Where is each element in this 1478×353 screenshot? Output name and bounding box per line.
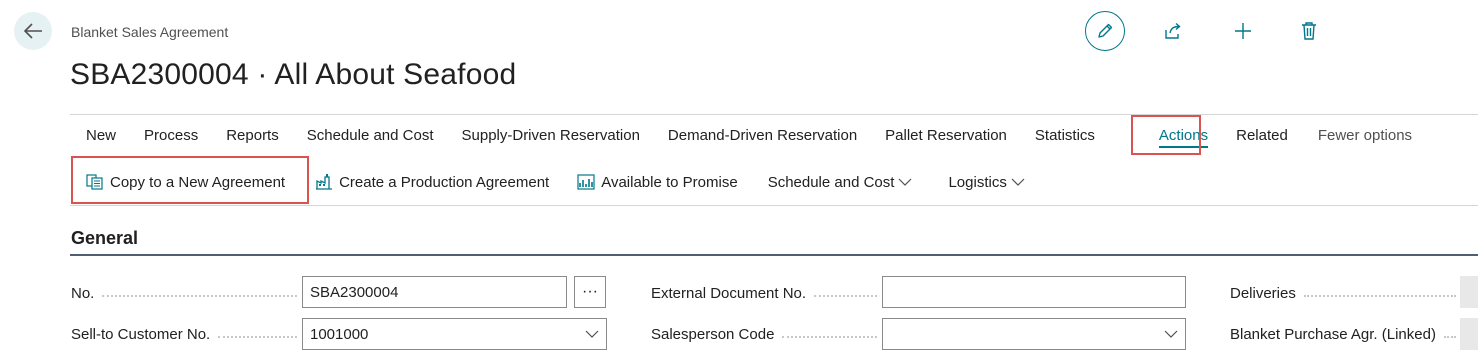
customer-no-value: 1001000 xyxy=(310,325,369,343)
breadcrumb: Blanket Sales Agreement xyxy=(71,24,229,40)
tab-reports[interactable]: Reports xyxy=(212,118,293,154)
plus-icon xyxy=(1235,23,1251,39)
salesperson-label-text: Salesperson Code xyxy=(651,326,775,343)
schedule-and-cost-menu[interactable]: Schedule and Cost xyxy=(754,174,933,191)
back-arrow-icon xyxy=(23,23,42,39)
deliveries-field[interactable] xyxy=(1460,276,1478,308)
salesperson-label: Salesperson Code xyxy=(651,326,877,343)
no-input-value: SBA2300004 xyxy=(310,283,399,301)
leader-dots xyxy=(1443,335,1456,338)
blanket-purchase-field[interactable] xyxy=(1460,318,1478,350)
no-assist-edit-button[interactable]: ··· xyxy=(574,276,606,308)
page-title: SBA2300004 · All About Seafood xyxy=(70,58,517,91)
customer-no-select[interactable]: 1001000 xyxy=(302,318,607,350)
create-production-label: Create a Production Agreement xyxy=(339,173,550,191)
chart-icon xyxy=(577,174,595,190)
new-button[interactable] xyxy=(1232,20,1254,42)
chevron-down-icon xyxy=(1164,330,1178,338)
logistics-menu[interactable]: Logistics xyxy=(934,174,1044,191)
leader-dots xyxy=(782,335,877,338)
blanket-purchase-label: Blanket Purchase Agr. (Linked) xyxy=(1230,326,1456,343)
tab-pallet-reservation[interactable]: Pallet Reservation xyxy=(871,118,1021,154)
tab-related[interactable]: Related xyxy=(1216,118,1302,154)
actions-divider xyxy=(70,205,1478,206)
salesperson-select[interactable] xyxy=(882,318,1186,350)
tab-process[interactable]: Process xyxy=(130,118,212,154)
deliveries-label: Deliveries xyxy=(1230,285,1456,302)
chevron-down-icon xyxy=(899,178,912,186)
edit-pencil-icon xyxy=(1098,23,1113,38)
leader-dots xyxy=(218,335,297,338)
share-icon xyxy=(1165,22,1181,39)
actions-highlight-box xyxy=(1131,115,1201,155)
copy-highlight-box xyxy=(71,156,309,204)
header-divider xyxy=(70,114,1478,115)
available-to-promise-button[interactable]: Available to Promise xyxy=(563,174,751,191)
blanket-purchase-label-text: Blanket Purchase Agr. (Linked) xyxy=(1230,326,1436,343)
section-underline xyxy=(70,254,1478,256)
create-production-agreement-button[interactable]: Create a Production Agreement xyxy=(301,173,563,191)
leader-dots xyxy=(1303,294,1456,297)
tab-supply-driven-reservation[interactable]: Supply-Driven Reservation xyxy=(448,118,654,154)
tab-demand-driven-reservation[interactable]: Demand-Driven Reservation xyxy=(654,118,871,154)
section-title-general[interactable]: General xyxy=(71,228,138,249)
no-input[interactable]: SBA2300004 xyxy=(302,276,567,308)
tab-schedule-and-cost[interactable]: Schedule and Cost xyxy=(293,118,448,154)
logistics-label: Logistics xyxy=(948,173,1007,191)
ellipsis-icon: ··· xyxy=(582,283,598,300)
no-label-text: No. xyxy=(71,285,95,302)
chevron-down-icon xyxy=(585,330,599,338)
customer-no-label: Sell-to Customer No. xyxy=(71,326,297,343)
tab-statistics[interactable]: Statistics xyxy=(1021,118,1109,154)
leader-dots xyxy=(102,294,297,297)
external-doc-input[interactable] xyxy=(882,276,1186,308)
leader-dots xyxy=(814,294,877,297)
deliveries-label-text: Deliveries xyxy=(1230,285,1296,302)
production-icon xyxy=(316,174,333,190)
delete-button[interactable] xyxy=(1298,20,1320,42)
tab-new[interactable]: New xyxy=(72,118,130,154)
action-bar: New Process Reports Schedule and Cost Su… xyxy=(72,118,1426,154)
available-label: Available to Promise xyxy=(601,173,738,191)
trash-icon xyxy=(1302,22,1316,40)
external-doc-label-text: External Document No. xyxy=(651,285,807,302)
back-button[interactable] xyxy=(14,12,52,50)
edit-button[interactable] xyxy=(1085,11,1125,51)
share-button[interactable] xyxy=(1162,20,1184,42)
no-field-label: No. xyxy=(71,285,297,302)
customer-no-label-text: Sell-to Customer No. xyxy=(71,326,211,343)
chevron-down-icon xyxy=(1011,178,1025,186)
external-doc-label: External Document No. xyxy=(651,285,877,302)
schedule-label: Schedule and Cost xyxy=(767,173,895,191)
tab-fewer-options[interactable]: Fewer options xyxy=(1302,118,1426,154)
